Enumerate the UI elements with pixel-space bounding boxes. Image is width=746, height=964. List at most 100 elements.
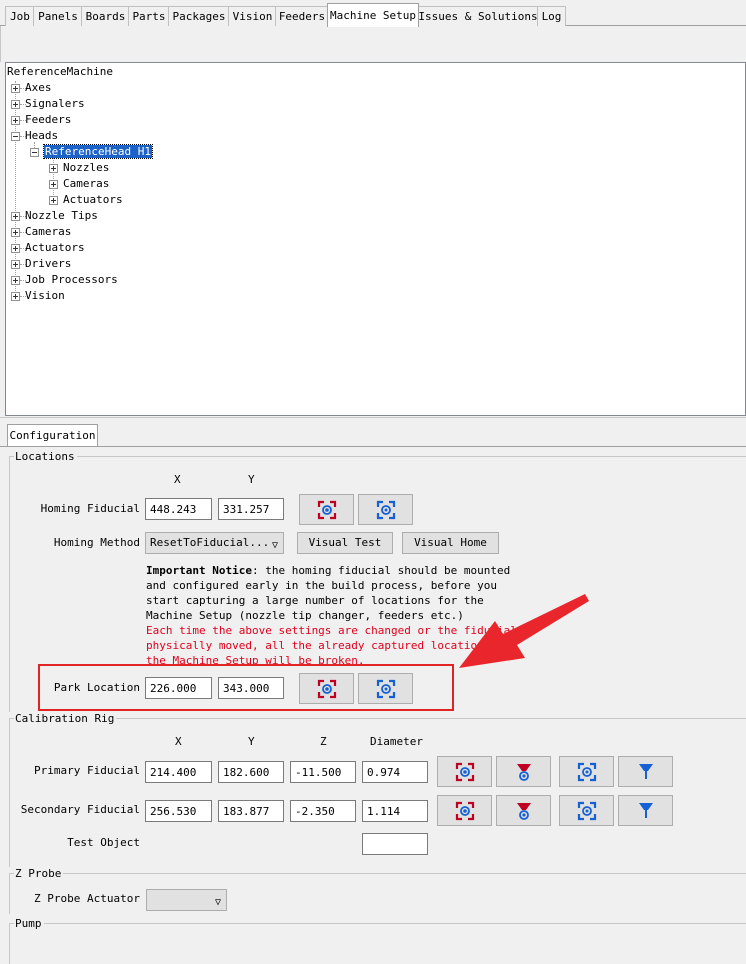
tree-item-cameras[interactable]: Cameras (25, 224, 71, 240)
notice-line1: : the homing fiducial should be mounted (251, 564, 511, 577)
notice-line2: and configured early in the build proces… (146, 579, 497, 592)
collapse-icon[interactable] (11, 132, 20, 141)
test-object-field[interactable] (362, 833, 428, 855)
secondary-fiducial-diameter-field[interactable] (362, 800, 428, 822)
toolbar-strip (0, 26, 746, 62)
homing-fiducial-label: Homing Fiducial (40, 502, 140, 515)
expand-icon[interactable] (49, 180, 58, 189)
expand-icon[interactable] (11, 244, 20, 253)
tree-item-axes[interactable]: Axes (25, 80, 52, 96)
visual-home-button[interactable]: Visual Home (402, 532, 499, 554)
secondary-capture-nozzle-button[interactable] (496, 795, 551, 826)
homing-method-value: ResetToFiducial... (150, 536, 270, 549)
z-probe-actuator-select[interactable]: ▽ (146, 889, 227, 911)
tab-parts[interactable]: Parts (128, 6, 170, 26)
tab-issues-solutions[interactable]: Issues & Solutions (417, 6, 539, 26)
primary-position-camera-button[interactable] (559, 756, 614, 787)
z-probe-actuator-label: Z Probe Actuator (34, 892, 140, 905)
machine-tree[interactable]: ReferenceMachine Axes Signalers Feeders … (5, 62, 746, 416)
z-probe-title: Z Probe (14, 867, 64, 880)
secondary-position-nozzle-button[interactable] (618, 795, 673, 826)
tab-configuration[interactable]: Configuration (7, 424, 98, 447)
tab-job[interactable]: Job (5, 6, 35, 26)
homing-method-select[interactable]: ResetToFiducial... ▽ (145, 532, 284, 554)
expand-icon[interactable] (11, 84, 20, 93)
tab-log[interactable]: Log (537, 6, 566, 26)
homing-capture-camera-button[interactable] (299, 494, 354, 525)
primary-fiducial-z-field[interactable] (290, 761, 356, 783)
tree-item-head-cameras[interactable]: Cameras (63, 176, 109, 192)
tree-item-actuators[interactable]: Actuators (25, 240, 85, 256)
expand-icon[interactable] (49, 196, 58, 205)
pump-title: Pump (14, 917, 44, 930)
chevron-down-icon: ▽ (271, 540, 278, 551)
test-object-label: Test Object (67, 836, 140, 849)
tab-feeders[interactable]: Feeders (275, 6, 329, 26)
tree-item-signalers[interactable]: Signalers (25, 96, 85, 112)
notice-line3: start capturing a large number of locati… (146, 594, 484, 607)
tree-item-vision[interactable]: Vision (25, 288, 65, 304)
primary-position-nozzle-button[interactable] (618, 756, 673, 787)
notice-bold: Important Notice (146, 564, 252, 577)
capture-nozzle-icon (516, 763, 531, 781)
expand-icon[interactable] (49, 164, 58, 173)
expand-icon[interactable] (11, 292, 20, 301)
tab-machine-setup[interactable]: Machine Setup (327, 3, 419, 27)
tree-root[interactable]: ReferenceMachine (7, 64, 113, 80)
tree-item-job-processors[interactable]: Job Processors (25, 272, 118, 288)
splitter[interactable] (0, 417, 746, 425)
tab-vision[interactable]: Vision (228, 6, 277, 26)
expand-icon[interactable] (11, 116, 20, 125)
primary-fiducial-y-field[interactable] (218, 761, 284, 783)
expand-icon[interactable] (11, 260, 20, 269)
expand-icon[interactable] (11, 228, 20, 237)
tree-item-heads[interactable]: Heads (25, 128, 58, 144)
tab-panels[interactable]: Panels (33, 6, 83, 26)
callout-arrow-icon (459, 594, 589, 668)
collapse-icon[interactable] (30, 148, 39, 157)
secondary-fiducial-z-field[interactable] (290, 800, 356, 822)
position-camera-icon (376, 500, 395, 519)
secondary-position-camera-button[interactable] (559, 795, 614, 826)
position-nozzle-icon (638, 763, 653, 779)
secondary-fiducial-x-field[interactable] (145, 800, 212, 822)
expand-icon[interactable] (11, 212, 20, 221)
secondary-fiducial-y-field[interactable] (218, 800, 284, 822)
capture-camera-icon (455, 762, 474, 781)
expand-icon[interactable] (11, 100, 20, 109)
tree-item-feeders[interactable]: Feeders (25, 112, 71, 128)
primary-capture-camera-button[interactable] (437, 756, 492, 787)
primary-capture-nozzle-button[interactable] (496, 756, 551, 787)
callout-box (38, 664, 454, 711)
homing-method-label: Homing Method (53, 536, 140, 549)
primary-fiducial-diameter-field[interactable] (362, 761, 428, 783)
homing-position-camera-button[interactable] (358, 494, 413, 525)
tab-packages[interactable]: Packages (168, 6, 230, 26)
capture-nozzle-icon (516, 802, 531, 820)
homing-fiducial-y-field[interactable] (218, 498, 284, 520)
locations-title: Locations (14, 450, 77, 463)
position-camera-icon (577, 801, 596, 820)
secondary-fiducial-label: Secondary Fiducial (20, 803, 140, 816)
primary-fiducial-x-field[interactable] (145, 761, 212, 783)
tree-item-nozzle-tips[interactable]: Nozzle Tips (25, 208, 98, 224)
secondary-capture-camera-button[interactable] (437, 795, 492, 826)
visual-test-button[interactable]: Visual Test (297, 532, 393, 554)
calibration-col-x: X (175, 735, 182, 748)
expand-icon[interactable] (11, 276, 20, 285)
calibration-rig-title: Calibration Rig (14, 712, 117, 725)
pump-group (9, 923, 746, 964)
capture-camera-icon (455, 801, 474, 820)
tab-boards[interactable]: Boards (81, 6, 130, 26)
position-nozzle-icon (638, 802, 653, 818)
locations-col-x: X (174, 473, 181, 486)
tree-item-nozzles[interactable]: Nozzles (63, 160, 109, 176)
homing-fiducial-x-field[interactable] (145, 498, 212, 520)
tree-item-reference-head[interactable]: ReferenceHead H1 (43, 144, 153, 160)
tree-item-head-actuators[interactable]: Actuators (63, 192, 123, 208)
tree-item-reference-head-label[interactable]: ReferenceHead H1 (43, 144, 153, 159)
capture-camera-icon (317, 500, 336, 519)
primary-fiducial-label: Primary Fiducial (34, 764, 140, 777)
calibration-col-z: Z (320, 735, 327, 748)
tree-item-drivers[interactable]: Drivers (25, 256, 71, 272)
